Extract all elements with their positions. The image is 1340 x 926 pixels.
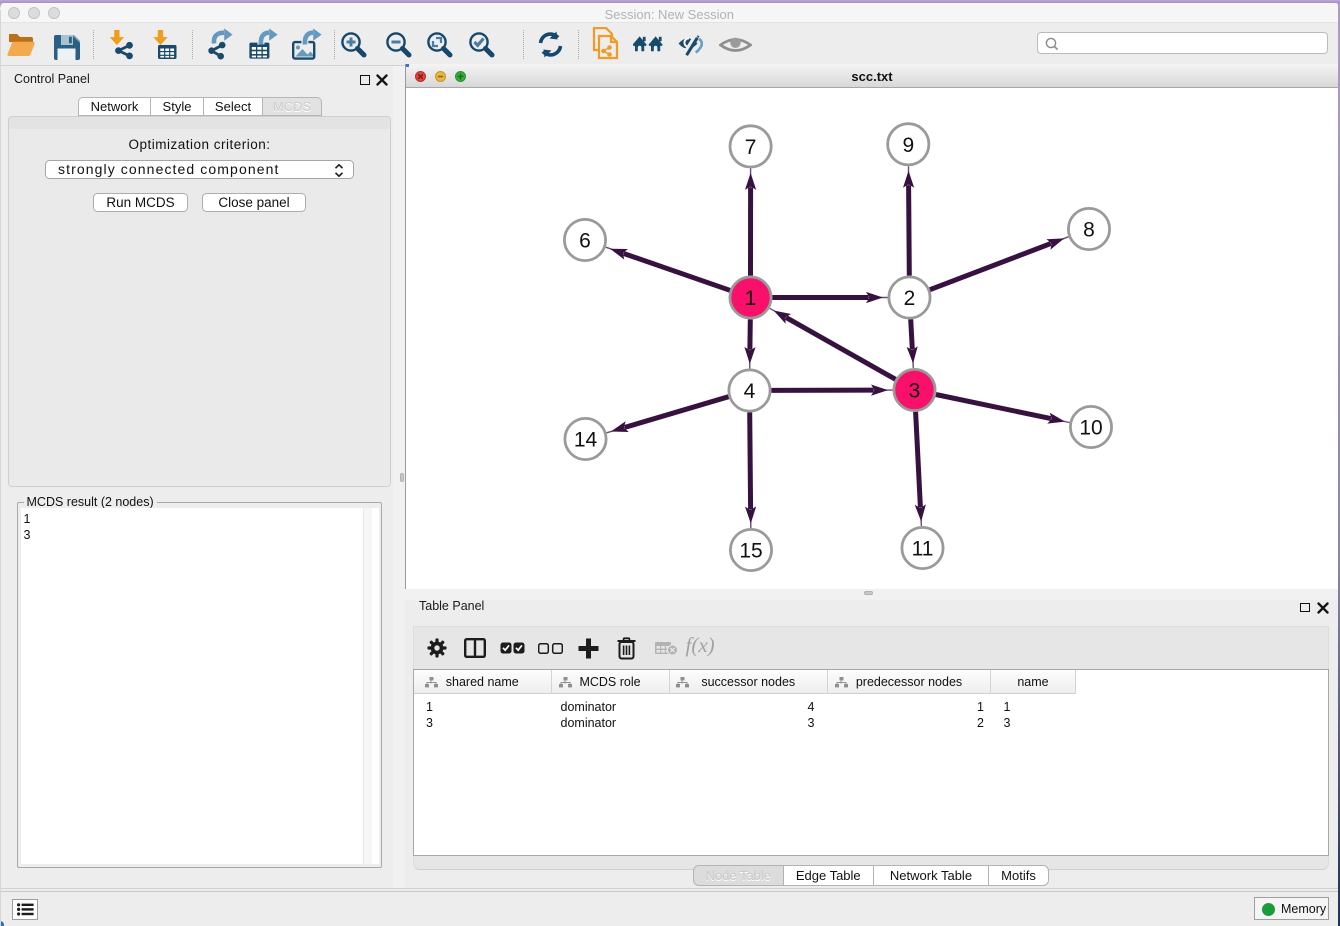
svg-text:14: 14 xyxy=(574,429,598,452)
svg-text:1: 1 xyxy=(745,287,757,310)
svg-text:8: 8 xyxy=(1083,219,1095,242)
svg-text:10: 10 xyxy=(1079,417,1102,440)
svg-text:4: 4 xyxy=(744,380,756,403)
svg-text:9: 9 xyxy=(902,134,914,157)
svg-text:2: 2 xyxy=(904,287,916,310)
svg-text:11: 11 xyxy=(912,538,934,561)
svg-text:7: 7 xyxy=(745,136,757,159)
svg-text:6: 6 xyxy=(579,230,591,253)
svg-text:3: 3 xyxy=(909,380,921,403)
svg-text:15: 15 xyxy=(739,540,762,563)
